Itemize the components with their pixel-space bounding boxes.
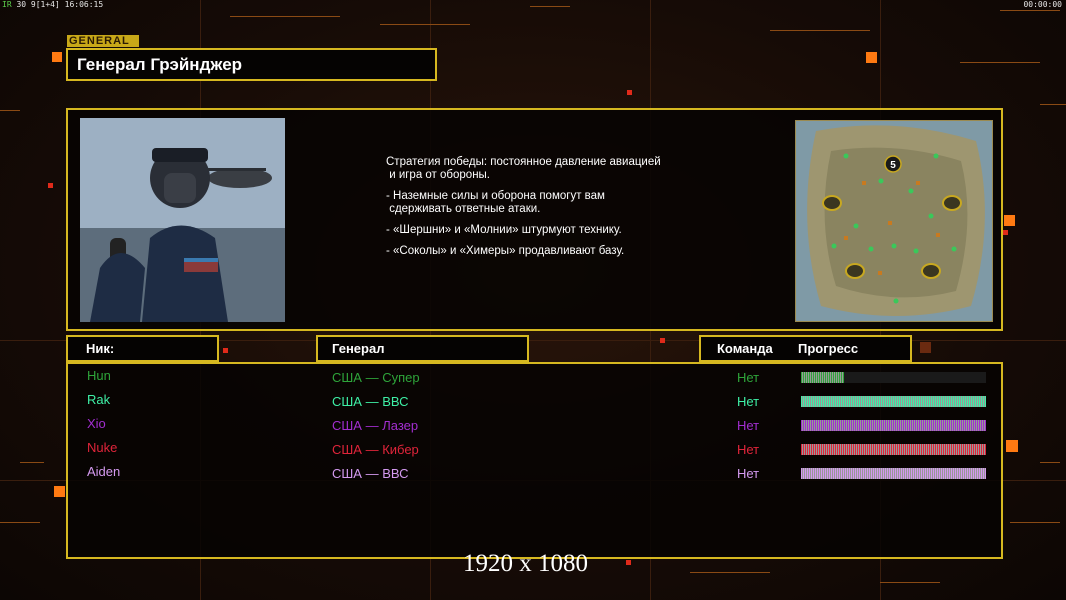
progress-bar	[801, 468, 986, 479]
progress-bar-fill	[801, 420, 986, 431]
progress-bar	[801, 372, 986, 383]
section-tag: GENERAL	[67, 35, 139, 47]
player-row: Rak США — ВВС Нет	[68, 392, 1001, 412]
general-info-panel: Стратегия победы: постоянное давление ав…	[66, 108, 1003, 331]
player-nick: Rak	[87, 392, 111, 407]
player-team: Нет	[737, 442, 760, 457]
team-header-label: Команда	[717, 341, 773, 356]
map-preview-image: 5	[796, 121, 992, 321]
progress-bar	[801, 396, 986, 407]
status-bar-left: IR 30 9[1+4] 16:06:15	[2, 0, 103, 9]
progress-bar-fill	[801, 444, 986, 455]
nick-header: Ник:	[66, 335, 219, 362]
general-title-box: Генерал Грэйнджер	[66, 48, 437, 81]
player-team: Нет	[737, 418, 760, 433]
progress-header-label: Прогресс	[798, 341, 859, 356]
player-general: США — Кибер	[332, 442, 419, 457]
general-header: Генерал	[316, 335, 529, 362]
team-progress-header: Команда Прогресс	[699, 335, 912, 362]
player-row: Hun США — Супер Нет	[68, 368, 1001, 388]
player-team: Нет	[737, 370, 760, 385]
strategy-line: - «Соколы» и «Химеры» продавливают базу.	[386, 245, 625, 257]
player-general: США — ВВС	[332, 466, 409, 481]
map-marker-label: 5	[890, 160, 896, 171]
status-indicator: IR	[2, 0, 12, 9]
game-timer: 00:00:00	[1023, 0, 1062, 9]
player-row: Nuke США — Кибер Нет	[68, 440, 1001, 460]
player-general: США — Супер	[332, 370, 420, 385]
player-nick: Xio	[87, 416, 106, 431]
player-row: Aiden США — ВВС Нет	[68, 464, 1001, 484]
resolution-watermark: 1920 x 1080	[463, 550, 588, 577]
general-portrait-image	[80, 118, 285, 322]
player-general: США — ВВС	[332, 394, 409, 409]
progress-bar	[801, 444, 986, 455]
progress-bar	[801, 420, 986, 431]
progress-bar-fill	[801, 372, 844, 383]
strategy-line: Стратегия победы: постоянное давление ав…	[386, 156, 661, 181]
general-header-label: Генерал	[332, 341, 385, 356]
player-nick: Hun	[87, 368, 111, 383]
progress-bar-fill	[801, 468, 986, 479]
general-portrait	[80, 118, 285, 322]
player-nick: Nuke	[87, 440, 118, 455]
strategy-line: - Наземные силы и оборона помогут вам сд…	[386, 190, 605, 215]
general-name: Генерал Грэйнджер	[77, 55, 243, 74]
player-nick: Aiden	[87, 464, 121, 479]
player-general: США — Лазер	[332, 418, 419, 433]
nick-header-label: Ник:	[86, 341, 115, 356]
progress-bar-fill	[801, 396, 986, 407]
map-preview: 5	[795, 120, 993, 322]
player-row: Xio США — Лазер Нет	[68, 416, 1001, 436]
status-text: 30 9[1+4] 16:06:15	[16, 0, 104, 9]
player-team: Нет	[737, 466, 760, 481]
strategy-text: Стратегия победы: постоянное давление ав…	[386, 156, 716, 266]
players-table: Hun США — Супер Нет Rak США — ВВС Нет Xio США —…	[66, 362, 1003, 559]
strategy-line: - «Шершни» и «Молнии» штурмуют технику.	[386, 224, 622, 236]
player-team: Нет	[737, 394, 760, 409]
